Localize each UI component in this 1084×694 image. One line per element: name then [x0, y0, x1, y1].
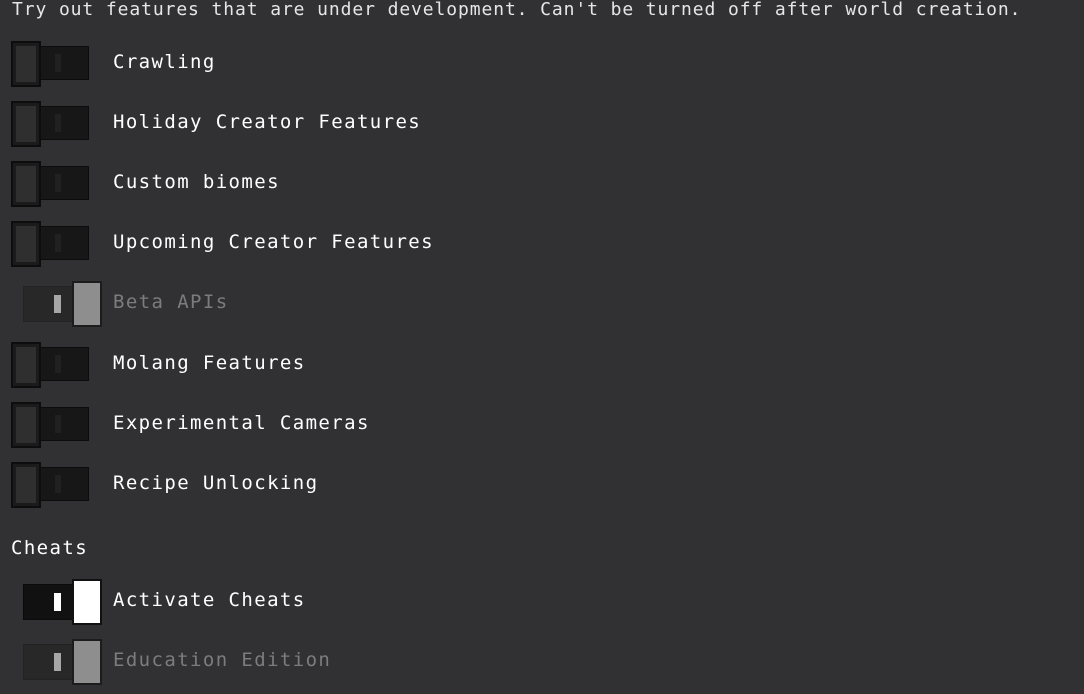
experiment-label: Holiday Creator Features: [113, 111, 422, 133]
toggle-knob[interactable]: [11, 342, 41, 388]
experiment-label: Molang Features: [113, 352, 306, 374]
cheat-label: Activate Cheats: [113, 589, 306, 611]
beta-apis-toggle: [11, 281, 102, 327]
toggle-knob[interactable]: [11, 101, 41, 147]
experiment-label: Beta APIs: [113, 291, 229, 313]
experiment-row-molang-features[interactable]: Molang Features: [0, 339, 1084, 389]
toggle-indicator: [55, 114, 61, 132]
experiment-row-recipe-unlocking[interactable]: Recipe Unlocking: [0, 459, 1084, 509]
toggle-knob[interactable]: [11, 221, 41, 267]
experiment-row-holiday-creator-features[interactable]: Holiday Creator Features: [0, 98, 1084, 148]
upcoming-creator-features-toggle[interactable]: [11, 221, 91, 267]
custom-biomes-toggle[interactable]: [11, 161, 91, 207]
experiments-intro-text: Try out features that are under developm…: [12, 0, 1022, 20]
toggle-indicator: [55, 54, 61, 72]
cheat-row-activate-cheats[interactable]: Activate Cheats: [0, 576, 1084, 626]
experiment-row-crawling[interactable]: Crawling: [0, 38, 1084, 88]
experiment-label: Upcoming Creator Features: [113, 231, 434, 253]
toggle-knob[interactable]: [11, 161, 41, 207]
recipe-unlocking-toggle[interactable]: [11, 462, 91, 508]
toggle-indicator: [55, 415, 61, 433]
toggle-indicator: [54, 593, 61, 611]
holiday-creator-features-toggle[interactable]: [11, 101, 91, 147]
cheat-label: Education Edition: [113, 649, 332, 671]
cheat-row-education-edition: Education Edition: [0, 636, 1084, 686]
experimental-cameras-toggle[interactable]: [11, 402, 91, 448]
toggle-indicator: [55, 174, 61, 192]
experiment-row-upcoming-creator-features[interactable]: Upcoming Creator Features: [0, 218, 1084, 268]
experiment-label: Custom biomes: [113, 171, 280, 193]
toggle-knob[interactable]: [11, 462, 41, 508]
experiment-row-beta-apis: Beta APIs: [0, 278, 1084, 328]
cheats-section-title: Cheats: [11, 537, 89, 559]
experiment-row-experimental-cameras[interactable]: Experimental Cameras: [0, 399, 1084, 449]
toggle-indicator: [55, 234, 61, 252]
toggle-indicator: [55, 355, 61, 373]
experiment-label: Experimental Cameras: [113, 412, 370, 434]
toggle-knob: [72, 639, 102, 685]
toggle-indicator: [54, 653, 61, 671]
crawling-toggle[interactable]: [11, 41, 91, 87]
experiment-label: Crawling: [113, 51, 216, 73]
toggle-knob[interactable]: [11, 41, 41, 87]
toggle-indicator: [55, 475, 61, 493]
toggle-knob[interactable]: [72, 579, 102, 625]
experiment-row-custom-biomes[interactable]: Custom biomes: [0, 158, 1084, 208]
experiment-label: Recipe Unlocking: [113, 472, 319, 494]
toggle-knob[interactable]: [11, 402, 41, 448]
toggle-knob: [72, 281, 102, 327]
molang-features-toggle[interactable]: [11, 342, 91, 388]
education-edition-toggle: [11, 639, 102, 685]
toggle-indicator: [54, 295, 61, 313]
activate-cheats-toggle[interactable]: [11, 579, 102, 625]
